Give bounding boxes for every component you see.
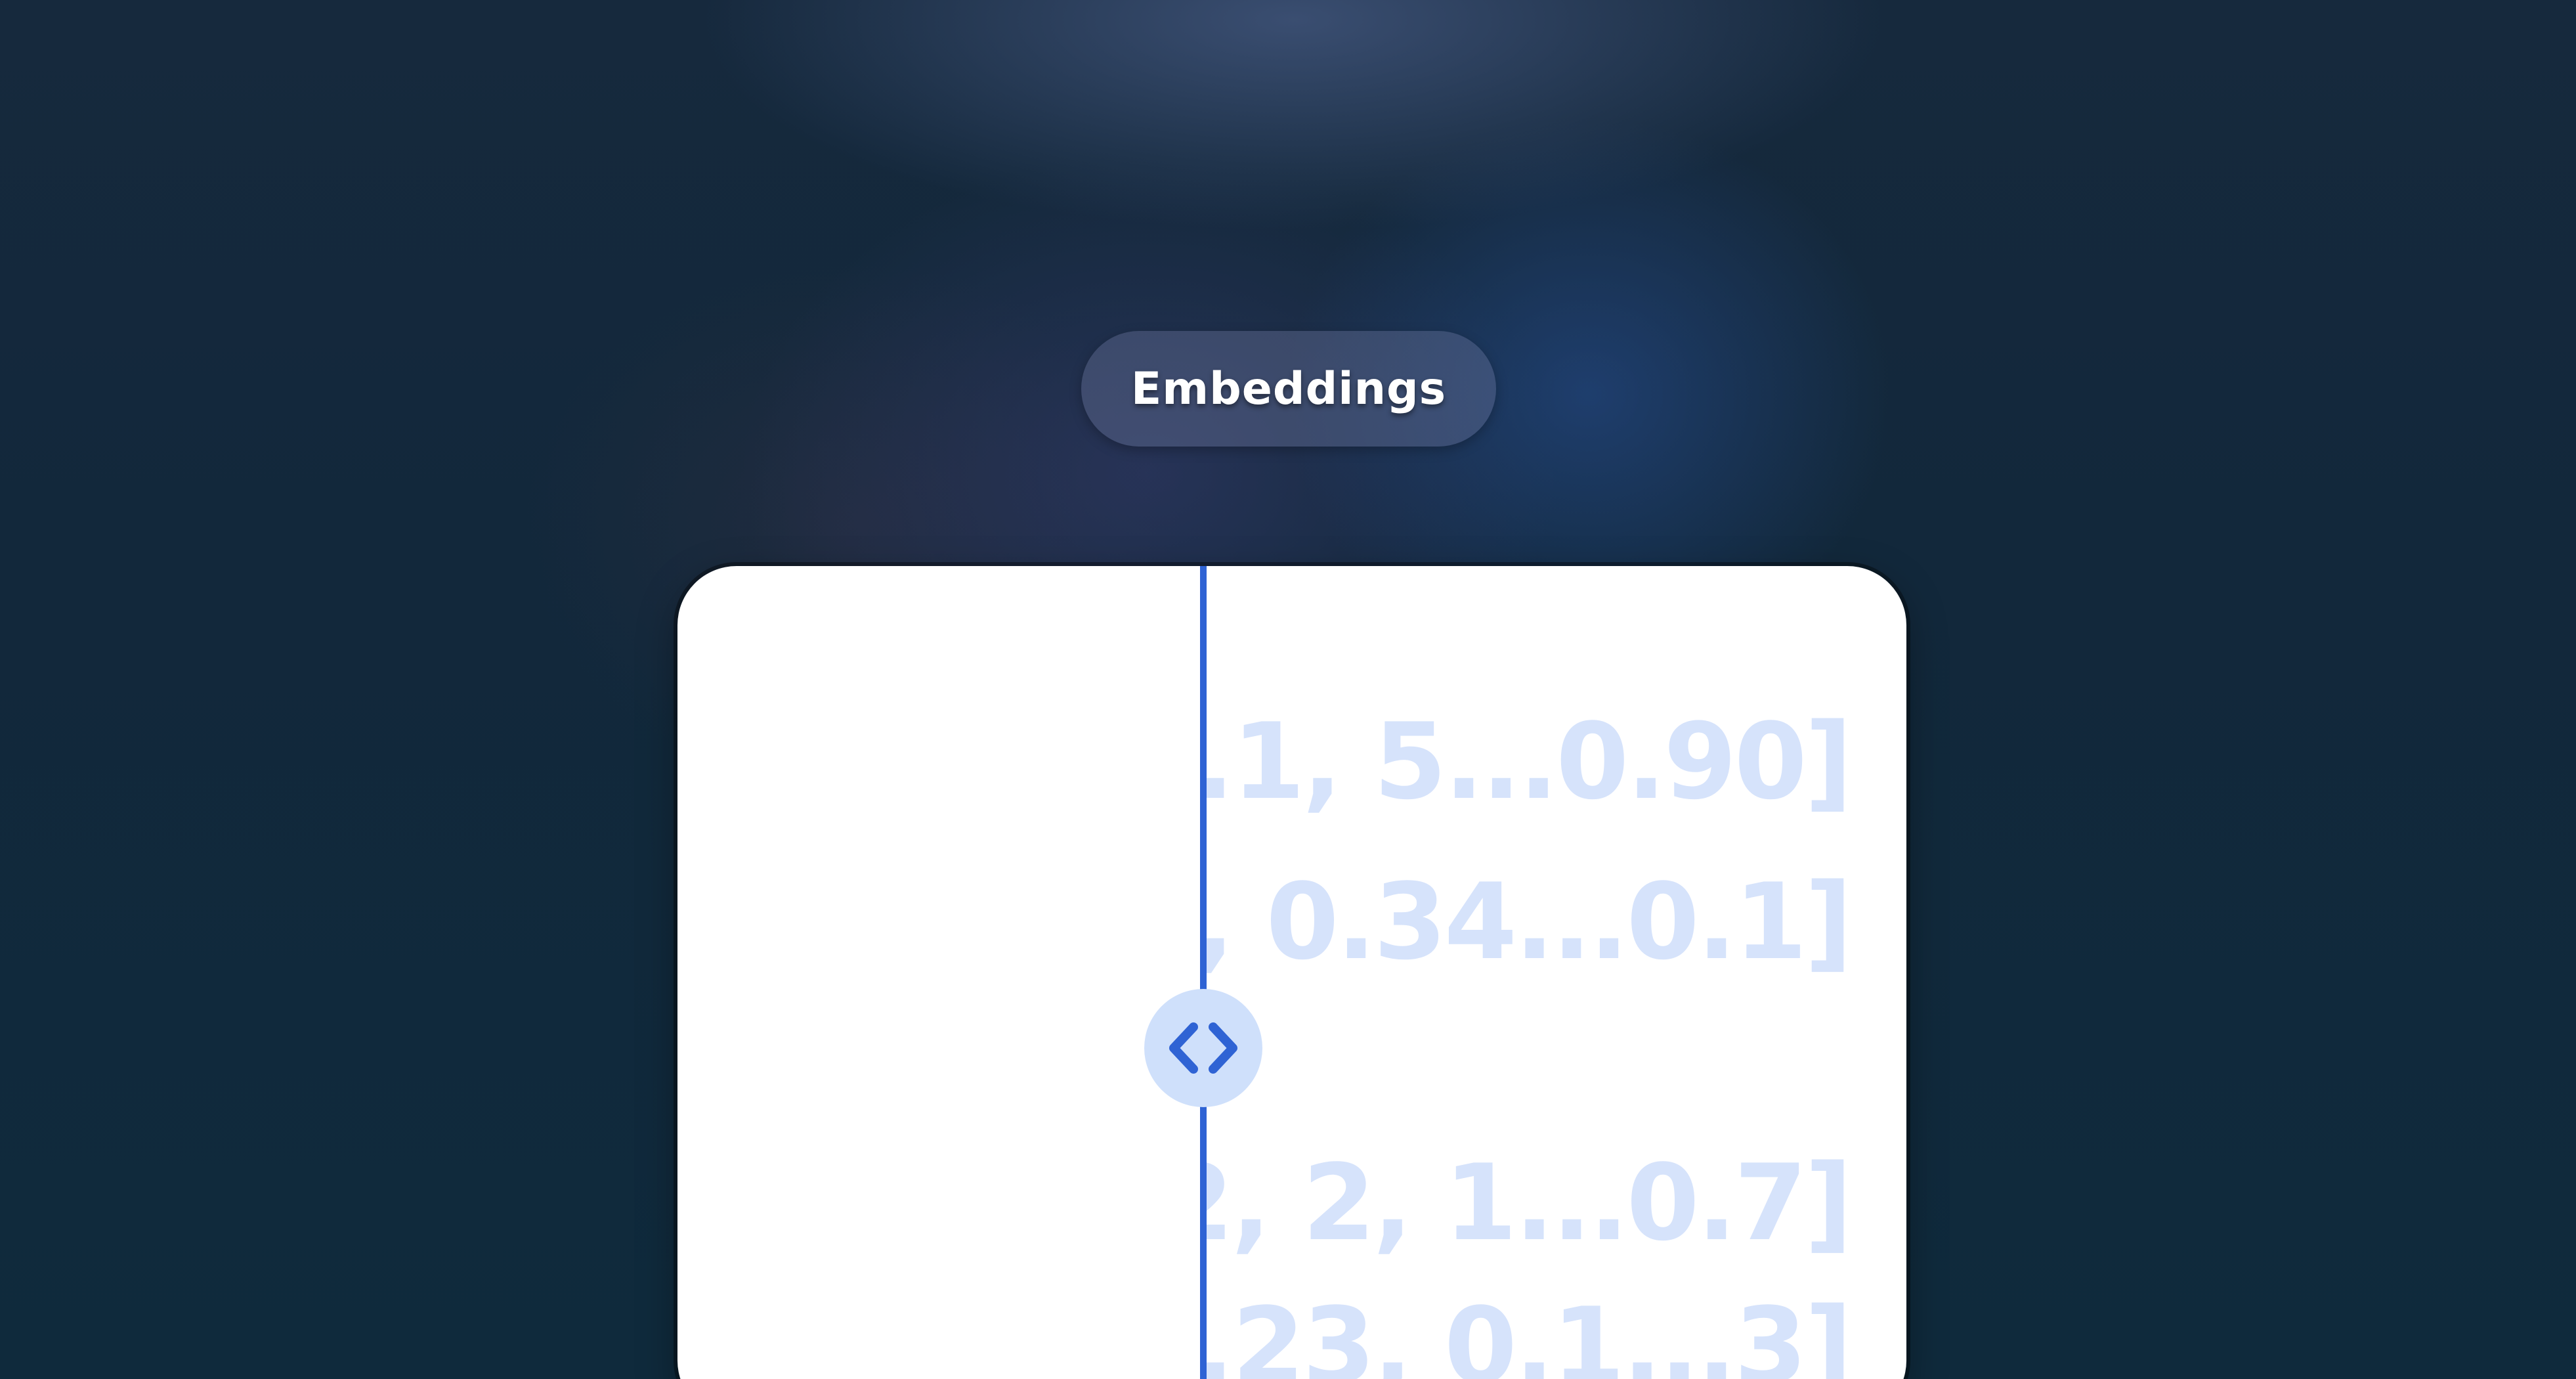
page-title-pill: Embeddings [1081, 331, 1496, 447]
comparison-slider-handle[interactable] [1144, 989, 1262, 1107]
page-title: Embeddings [1130, 362, 1447, 415]
comparison-card: [0.4, 2.1, 5...0.90] [1.5, 0.34...0.1] [… [677, 566, 1906, 1379]
comparison-divider[interactable] [1200, 566, 1207, 1379]
chevron-left-right-icon [1169, 1022, 1237, 1074]
